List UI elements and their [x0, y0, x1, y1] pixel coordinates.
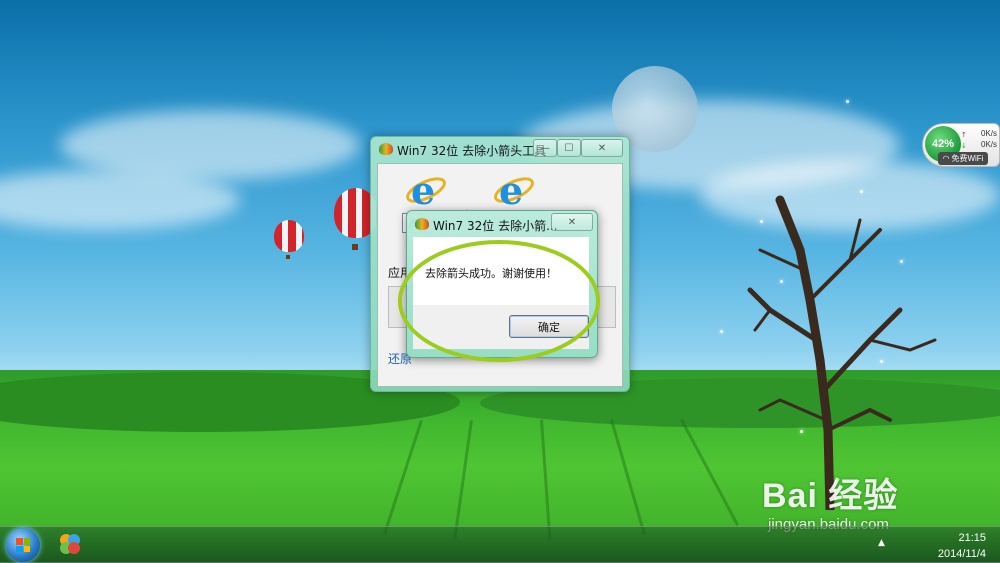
svg-text:e: e — [411, 168, 435, 212]
balloon-basket — [286, 255, 290, 259]
free-wifi-button[interactable]: ◠ 免费WiFi — [938, 152, 988, 165]
maximize-button[interactable]: ☐ — [557, 139, 581, 157]
wifi-icon: ◠ — [942, 154, 950, 163]
highlight-annotation-ring — [398, 240, 600, 362]
app-logo-icon — [415, 218, 429, 230]
sparkle — [900, 260, 903, 263]
upload-speed: 0K/s — [981, 129, 998, 138]
system-clock[interactable]: 21:15 2014/11/4 — [938, 530, 986, 562]
balloon-basket — [352, 244, 358, 250]
download-speed: 0K/s — [981, 140, 998, 149]
windows-logo-icon — [16, 538, 30, 552]
sparkle — [860, 190, 863, 193]
sparkle — [846, 100, 849, 103]
clock-date: 2014/11/4 — [937, 548, 986, 560]
app-logo-icon — [379, 143, 393, 155]
download-arrow-icon: ↓ — [961, 142, 967, 150]
hot-air-balloon — [274, 220, 304, 252]
sparkle — [760, 220, 763, 223]
main-window-titlebar[interactable]: Win7 32位 去除小箭头工具 — ☐ ✕ — [371, 137, 629, 163]
svg-text:e: e — [499, 168, 523, 212]
ie-with-arrow-icon: e — [406, 168, 446, 212]
upload-arrow-icon: ↑ — [961, 131, 967, 139]
clock-time: 21:15 — [958, 532, 986, 544]
dialog-close-button[interactable]: ✕ — [551, 213, 593, 231]
watermark-logo: Bai 经验 — [762, 477, 899, 515]
show-hidden-icons-arrow-icon[interactable]: ▲ — [878, 538, 885, 548]
ie-without-arrow-icon: e — [494, 168, 534, 212]
start-button[interactable] — [6, 528, 40, 562]
close-button[interactable]: ✕ — [581, 139, 623, 157]
wifi-label: 免费WiFi — [951, 154, 984, 163]
dialog-title: Win7 32位 去除小箭... — [433, 219, 558, 233]
sparkle — [880, 360, 883, 363]
taskbar-app-icon[interactable] — [58, 532, 82, 556]
taskbar — [0, 526, 1000, 563]
main-window-title: Win7 32位 去除小箭头工具 — [397, 144, 547, 158]
sparkle — [720, 330, 723, 333]
minimize-button[interactable]: — — [533, 139, 557, 157]
sparkle — [780, 280, 783, 283]
sparkle — [800, 430, 803, 433]
cloud — [0, 170, 240, 230]
